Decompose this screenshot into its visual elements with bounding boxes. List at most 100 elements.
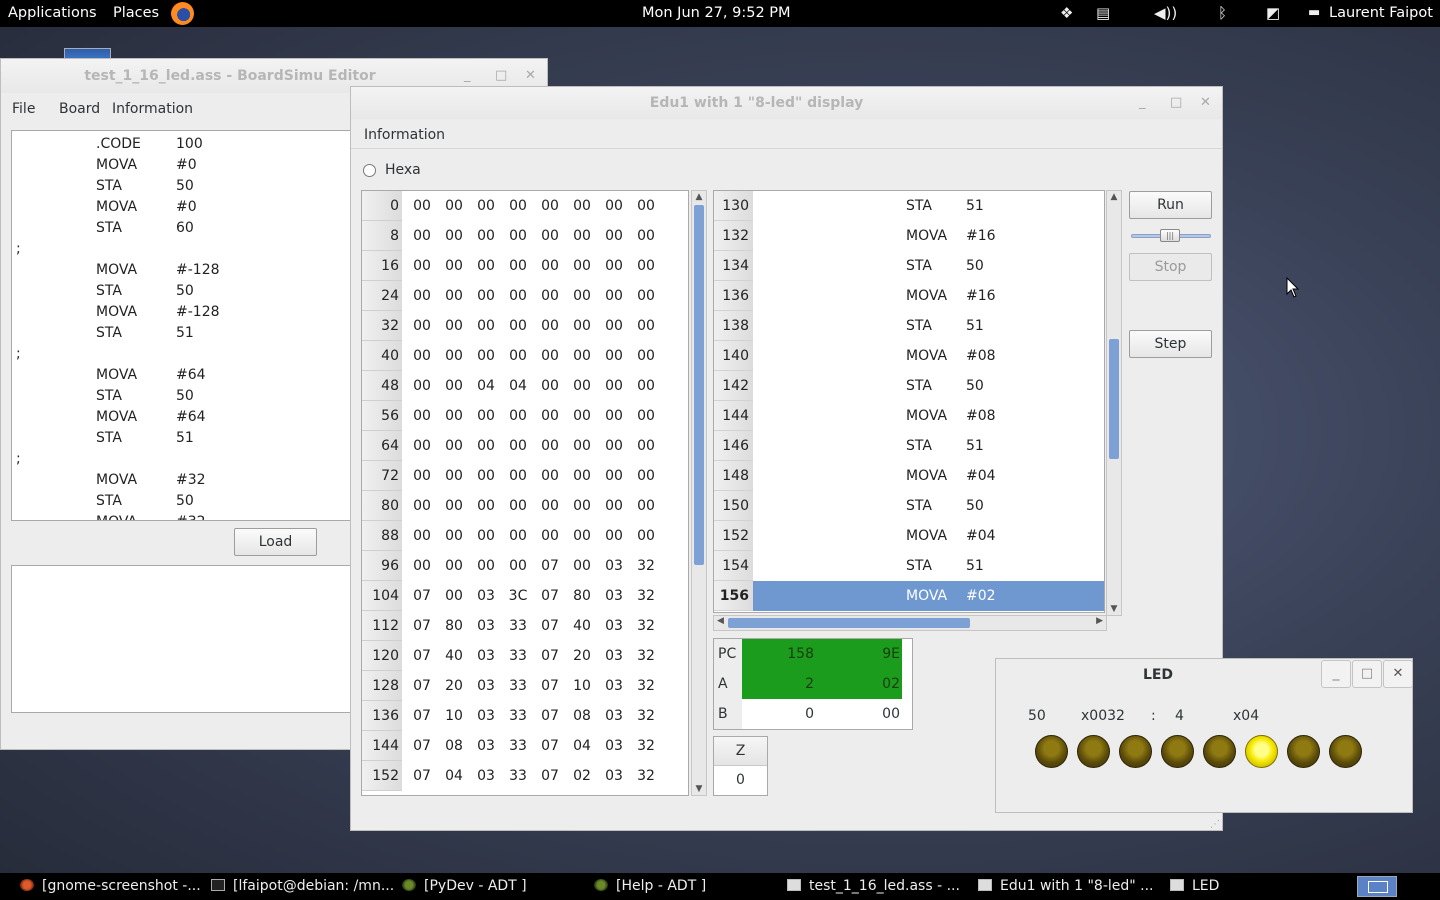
memory-cell[interactable]: 00	[470, 311, 502, 341]
memory-cell[interactable]: 07	[534, 641, 566, 671]
memory-cell[interactable]: 00	[534, 221, 566, 251]
memory-cell[interactable]: 00	[630, 371, 662, 401]
memory-cell[interactable]: 00	[566, 491, 598, 521]
memory-cell[interactable]: 00	[438, 371, 470, 401]
scroll-right-icon[interactable]: ▶	[1096, 616, 1103, 626]
memory-cell[interactable]: 00	[470, 521, 502, 551]
memory-cell[interactable]: 00	[470, 401, 502, 431]
memory-scrollbar[interactable]: ▲ ▼	[691, 190, 707, 796]
menu-information[interactable]: Information	[112, 101, 193, 117]
memory-cell[interactable]: 03	[470, 581, 502, 611]
dropbox-icon[interactable]: ❖	[1060, 4, 1073, 22]
task-led[interactable]: LED	[1170, 873, 1219, 900]
memory-cell[interactable]: 32	[630, 581, 662, 611]
places-menu[interactable]: Places	[113, 5, 159, 21]
memory-cell[interactable]: 07	[534, 581, 566, 611]
memory-cell[interactable]: 00	[630, 461, 662, 491]
memory-cell[interactable]: 00	[598, 371, 630, 401]
memory-cell[interactable]: 32	[630, 641, 662, 671]
memory-cell[interactable]: 00	[470, 491, 502, 521]
memory-cell[interactable]: 07	[534, 731, 566, 761]
memory-cell[interactable]: 00	[598, 191, 630, 221]
memory-cell[interactable]: 00	[566, 191, 598, 221]
task-editor[interactable]: test_1_16_led.ass - ...	[787, 873, 960, 900]
memory-cell[interactable]: 00	[598, 431, 630, 461]
minimize-icon[interactable]: _	[1321, 660, 1351, 688]
memory-cell[interactable]: 32	[630, 551, 662, 581]
memory-cell[interactable]: 00	[470, 341, 502, 371]
memory-cell[interactable]: 20	[438, 671, 470, 701]
task-simulator[interactable]: Edu1 with 1 "8-led" ...	[978, 873, 1154, 900]
memory-cell[interactable]: 00	[534, 521, 566, 551]
network-icon[interactable]: ◩	[1266, 4, 1280, 22]
user-menu[interactable]: Laurent Faipot	[1329, 5, 1433, 21]
program-row[interactable]: 150 STA 50	[714, 491, 1104, 521]
program-row[interactable]: 154 STA 51	[714, 551, 1104, 581]
memory-cell[interactable]: 03	[598, 551, 630, 581]
memory-cell[interactable]: 00	[406, 251, 438, 281]
memory-cell[interactable]: 00	[470, 221, 502, 251]
memory-cell[interactable]: 32	[630, 761, 662, 791]
memory-cell[interactable]: 40	[566, 611, 598, 641]
memory-cell[interactable]: 00	[566, 341, 598, 371]
memory-cell[interactable]: 03	[598, 671, 630, 701]
memory-cell[interactable]: 10	[438, 701, 470, 731]
memory-cell[interactable]: 00	[598, 521, 630, 551]
program-vscrollbar[interactable]: ▲ ▼	[1106, 190, 1122, 616]
memory-cell[interactable]: 00	[566, 551, 598, 581]
maximize-icon[interactable]: □	[1352, 660, 1382, 688]
stop-button[interactable]: Stop	[1129, 253, 1212, 281]
chat-icon[interactable]: ▬	[1308, 5, 1320, 20]
memory-cell[interactable]: 80	[566, 581, 598, 611]
memory-cell[interactable]: 00	[534, 371, 566, 401]
memory-cell[interactable]: 03	[598, 701, 630, 731]
memory-cell[interactable]: 32	[630, 731, 662, 761]
program-row[interactable]: 132 MOVA #16	[714, 221, 1104, 251]
menu-file[interactable]: File	[12, 101, 35, 117]
memory-cell[interactable]: 00	[438, 221, 470, 251]
memory-cell[interactable]: 00	[630, 521, 662, 551]
memory-cell[interactable]: 00	[566, 251, 598, 281]
memory-cell[interactable]: 00	[502, 221, 534, 251]
memory-cell[interactable]: 00	[534, 401, 566, 431]
memory-cell[interactable]: 00	[598, 491, 630, 521]
memory-cell[interactable]: 00	[566, 461, 598, 491]
memory-cell[interactable]: 04	[502, 371, 534, 401]
memory-cell[interactable]: 00	[598, 311, 630, 341]
speed-slider[interactable]: |||	[1131, 229, 1211, 242]
memory-cell[interactable]: 00	[438, 581, 470, 611]
memory-cell[interactable]: 33	[502, 641, 534, 671]
memory-cell[interactable]: 07	[406, 701, 438, 731]
memory-cell[interactable]: 00	[630, 491, 662, 521]
memory-cell[interactable]: 00	[630, 311, 662, 341]
memory-cell[interactable]: 00	[566, 401, 598, 431]
task-terminal[interactable]: [lfaipot@debian: /mn...	[211, 873, 394, 900]
workspace-switcher[interactable]	[1357, 876, 1397, 897]
memory-cell[interactable]: 00	[630, 191, 662, 221]
memory-cell[interactable]: 03	[598, 731, 630, 761]
memory-cell[interactable]: 03	[598, 581, 630, 611]
scroll-left-icon[interactable]: ◀	[717, 616, 724, 626]
memory-cell[interactable]: 80	[438, 611, 470, 641]
program-row[interactable]: 138 STA 51	[714, 311, 1104, 341]
step-button[interactable]: Step	[1129, 330, 1212, 358]
scroll-thumb[interactable]	[1109, 339, 1119, 459]
applications-menu[interactable]: Applications	[8, 5, 97, 21]
memory-cell[interactable]: 00	[406, 281, 438, 311]
memory-cell[interactable]: 08	[566, 701, 598, 731]
slider-handle[interactable]: |||	[1160, 229, 1180, 242]
program-row[interactable]: 152 MOVA #04	[714, 521, 1104, 551]
memory-cell[interactable]: 00	[502, 431, 534, 461]
memory-cell[interactable]: 33	[502, 761, 534, 791]
memory-cell[interactable]: 33	[502, 701, 534, 731]
memory-cell[interactable]: 07	[406, 671, 438, 701]
memory-cell[interactable]: 03	[598, 761, 630, 791]
memory-cell[interactable]: 04	[438, 761, 470, 791]
memory-cell[interactable]: 00	[566, 371, 598, 401]
memory-cell[interactable]: 00	[502, 281, 534, 311]
memory-cell[interactable]: 00	[630, 221, 662, 251]
memory-cell[interactable]: 00	[630, 431, 662, 461]
memory-cell[interactable]: 02	[566, 761, 598, 791]
memory-cell[interactable]: 33	[502, 671, 534, 701]
memory-cell[interactable]: 07	[406, 611, 438, 641]
